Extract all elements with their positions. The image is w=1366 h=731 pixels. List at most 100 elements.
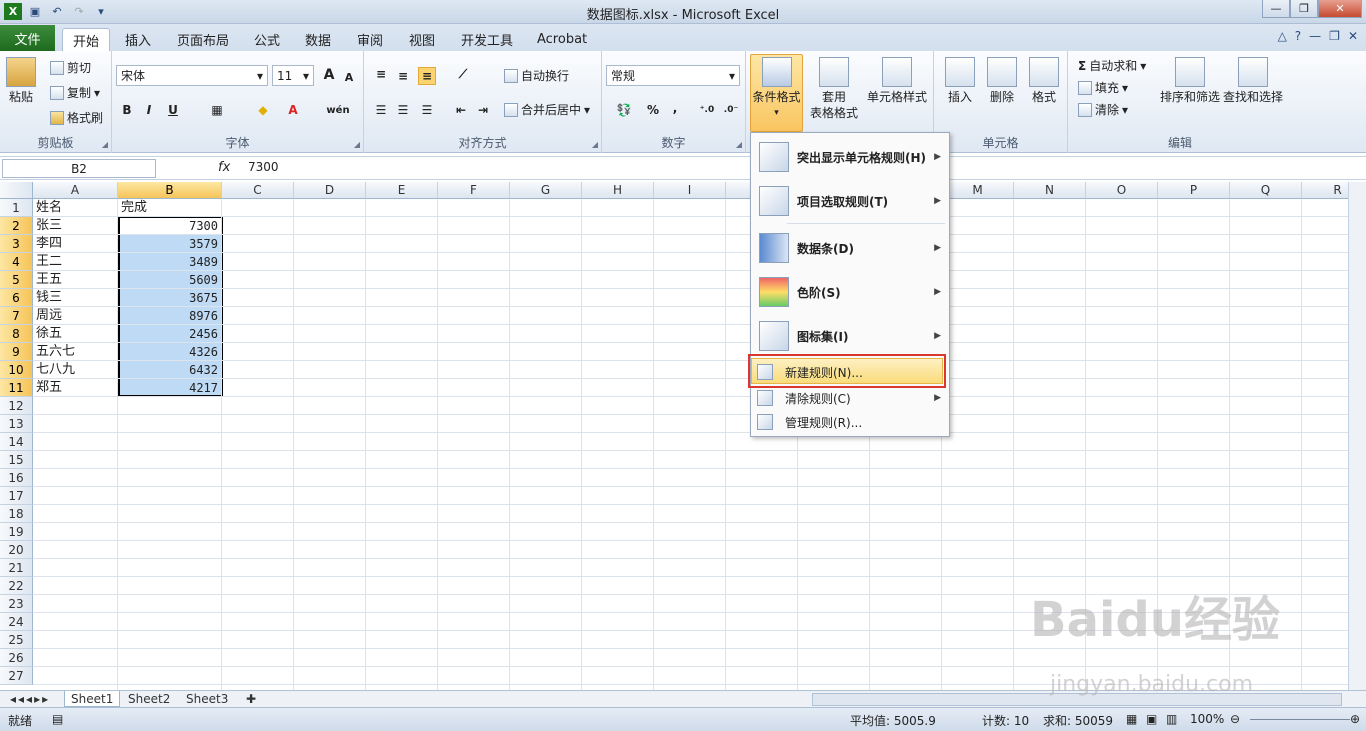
table-cell[interactable]: 王五: [34, 271, 116, 289]
italic-button[interactable]: I: [140, 101, 158, 119]
row-header[interactable]: 26: [0, 649, 33, 667]
dialog-launcher-icon[interactable]: ◢: [354, 140, 360, 149]
zoom-level[interactable]: 100%: [1190, 712, 1224, 726]
minimize-button[interactable]: —: [1262, 0, 1290, 18]
dialog-launcher-icon[interactable]: ◢: [736, 140, 742, 149]
row-header[interactable]: 27: [0, 667, 33, 685]
table-cell[interactable]: 6432: [119, 361, 220, 379]
row-header[interactable]: 4: [0, 253, 33, 271]
align-top-icon[interactable]: ≡: [372, 65, 390, 83]
format-as-table-button[interactable]: 套用 表格格式: [808, 57, 860, 121]
decrease-indent-icon[interactable]: ⇤: [452, 101, 470, 119]
menu-data-bars[interactable]: 数据条(D) ▶: [751, 230, 949, 266]
merge-center-button[interactable]: 合并后居中 ▾: [504, 101, 590, 118]
font-size-combo[interactable]: 11 ▾: [272, 65, 314, 86]
align-bottom-icon[interactable]: ≡: [418, 67, 436, 85]
table-cell[interactable]: 3579: [119, 235, 220, 253]
row-header[interactable]: 3: [0, 235, 33, 253]
row-header[interactable]: 16: [0, 469, 33, 487]
table-cell[interactable]: 2456: [119, 325, 220, 343]
sort-filter-button[interactable]: 排序和筛选: [1160, 57, 1220, 105]
paste-button[interactable]: 粘贴: [6, 57, 36, 105]
orientation-icon[interactable]: ⟋: [454, 65, 472, 83]
shrink-font-button[interactable]: A: [340, 68, 358, 86]
name-box[interactable]: B2: [2, 159, 156, 178]
table-cell[interactable]: 周远: [34, 307, 116, 325]
tab-data[interactable]: 数据: [295, 28, 341, 51]
font-color-icon[interactable]: A: [284, 101, 302, 119]
column-header[interactable]: F: [438, 182, 510, 199]
delete-cells-button[interactable]: 删除: [984, 57, 1020, 105]
row-header[interactable]: 14: [0, 433, 33, 451]
border-icon[interactable]: ▦: [208, 101, 226, 119]
table-cell[interactable]: 王二: [34, 253, 116, 271]
row-header[interactable]: 24: [0, 613, 33, 631]
tab-file[interactable]: 文件: [0, 25, 55, 51]
grow-font-button[interactable]: A: [320, 66, 338, 84]
vertical-scrollbar[interactable]: [1348, 182, 1366, 690]
row-header[interactable]: 18: [0, 505, 33, 523]
doc-restore-icon[interactable]: ❐: [1329, 29, 1340, 43]
menu-top-bottom-rules[interactable]: 项目选取规则(T) ▶: [751, 183, 949, 219]
row-header[interactable]: 22: [0, 577, 33, 595]
select-all-corner[interactable]: [0, 182, 33, 199]
cell-styles-button[interactable]: 单元格样式: [864, 57, 930, 105]
normal-view-icon[interactable]: ▦: [1126, 712, 1137, 726]
tab-home[interactable]: 开始: [62, 28, 111, 51]
copy-button[interactable]: 复制 ▾: [50, 84, 100, 101]
row-header[interactable]: 2: [0, 217, 33, 235]
row-header[interactable]: 15: [0, 451, 33, 469]
column-header[interactable]: N: [1014, 182, 1086, 199]
table-cell[interactable]: 7300: [119, 217, 220, 235]
menu-manage-rules[interactable]: 管理规则(R)...: [751, 412, 949, 432]
clear-button[interactable]: 清除 ▾: [1078, 101, 1128, 118]
sheet-tab-2[interactable]: Sheet2: [122, 691, 176, 707]
font-name-combo[interactable]: 宋体 ▾: [116, 65, 268, 86]
column-header[interactable]: M: [942, 182, 1014, 199]
format-cells-button[interactable]: 格式: [1026, 57, 1062, 105]
table-cell[interactable]: 郑五: [34, 379, 116, 397]
table-cell[interactable]: 张三: [34, 217, 116, 235]
column-header[interactable]: C: [222, 182, 294, 199]
row-header[interactable]: 20: [0, 541, 33, 559]
macro-record-icon[interactable]: ▤: [52, 712, 63, 726]
row-header[interactable]: 7: [0, 307, 33, 325]
column-header[interactable]: P: [1158, 182, 1230, 199]
column-header[interactable]: B: [118, 182, 222, 199]
decrease-decimal-icon[interactable]: .0⁻: [720, 101, 742, 119]
row-header[interactable]: 25: [0, 631, 33, 649]
menu-icon-sets[interactable]: 图标集(I) ▶: [751, 318, 949, 354]
conditional-formatting-button[interactable]: 条件格式 ▾: [750, 57, 803, 121]
tab-developer[interactable]: 开发工具: [451, 28, 523, 51]
underline-button[interactable]: U: [164, 101, 182, 119]
formula-input[interactable]: 7300: [248, 160, 279, 174]
table-cell[interactable]: 李四: [34, 235, 116, 253]
row-header[interactable]: 6: [0, 289, 33, 307]
table-cell[interactable]: 完成: [119, 199, 220, 217]
table-cell[interactable]: 3675: [119, 289, 220, 307]
phonetic-button[interactable]: wén: [326, 101, 350, 119]
table-cell[interactable]: 徐五: [34, 325, 116, 343]
column-header[interactable]: O: [1086, 182, 1158, 199]
find-select-button[interactable]: 查找和选择: [1222, 57, 1284, 105]
help-icon[interactable]: ?: [1295, 29, 1301, 43]
row-header[interactable]: 17: [0, 487, 33, 505]
doc-close-icon[interactable]: ✕: [1348, 29, 1358, 43]
cut-button[interactable]: 剪切: [50, 59, 91, 76]
table-cell[interactable]: 3489: [119, 253, 220, 271]
table-cell[interactable]: 钱三: [34, 289, 116, 307]
row-header[interactable]: 9: [0, 343, 33, 361]
comma-button[interactable]: ,: [666, 99, 684, 117]
row-header[interactable]: 1: [0, 199, 33, 217]
row-header[interactable]: 13: [0, 415, 33, 433]
menu-color-scales[interactable]: 色阶(S) ▶: [751, 274, 949, 310]
column-header[interactable]: D: [294, 182, 366, 199]
row-header[interactable]: 21: [0, 559, 33, 577]
number-format-combo[interactable]: 常规 ▾: [606, 65, 740, 86]
zoom-in-icon[interactable]: ⊕: [1350, 712, 1360, 726]
column-header[interactable]: R: [1302, 182, 1348, 199]
tab-acrobat[interactable]: Acrobat: [527, 28, 597, 51]
bold-button[interactable]: B: [118, 101, 136, 119]
menu-clear-rules[interactable]: 清除规则(C) ▶: [751, 388, 949, 408]
wrap-text-button[interactable]: 自动换行: [504, 67, 569, 84]
